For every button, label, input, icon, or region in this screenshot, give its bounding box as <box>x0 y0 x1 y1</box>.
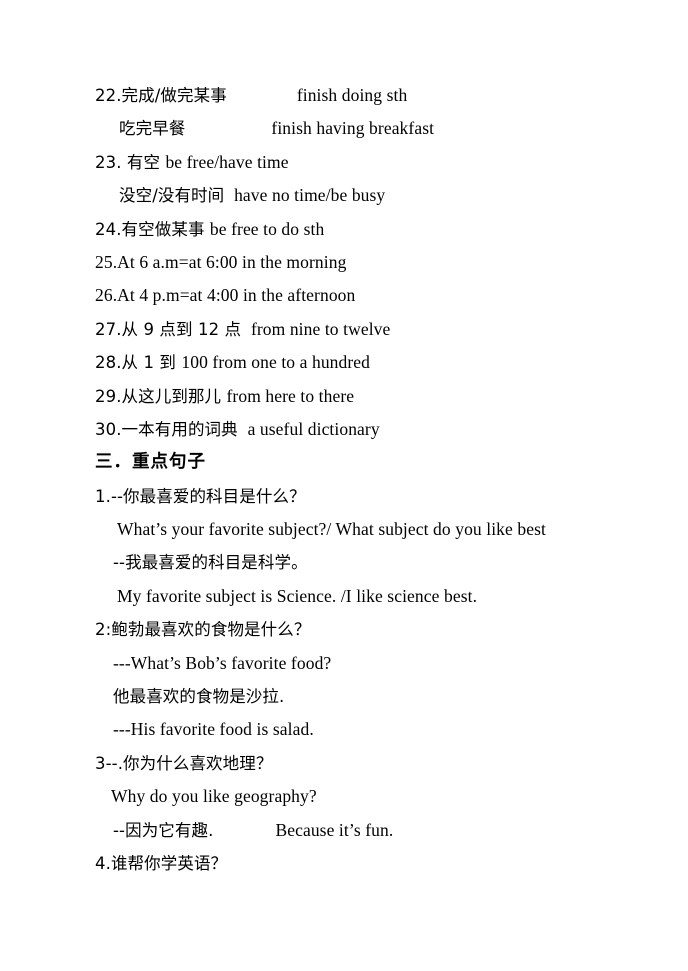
cjk-text: 1.--你最喜爱的科目是什么？ <box>95 486 306 506</box>
cjk-text: 29.从这儿到那儿 <box>95 386 227 406</box>
text-line: 他最喜欢的食物是沙拉. <box>0 680 688 713</box>
text-line: 27.从 9 点到 12 点 from nine to twelve <box>0 313 688 346</box>
cjk-text: --我最喜爱的科目是科学。 <box>113 553 308 573</box>
text-line: 4.谁帮你学英语？ <box>0 847 688 880</box>
text-line: 29.从这儿到那儿 from here to there <box>0 380 688 413</box>
cjk-text: 24.有空做某事 <box>95 219 210 239</box>
english-text: My favorite subject is Science. /I like … <box>117 585 478 606</box>
text-line: 2:鲍勃最喜欢的食物是什么？ <box>0 613 688 646</box>
text-line: ---What’s Bob’s favorite food? <box>0 647 688 680</box>
english-text: a useful dictionary <box>243 418 380 439</box>
text-line: 26.At 4 p.m=at 4:00 in the afternoon <box>0 279 688 312</box>
cjk-text: 没空/没有时间 <box>119 186 230 206</box>
english-text: finish having breakfast <box>271 118 435 139</box>
text-line: 25.At 6 a.m=at 6:00 in the morning <box>0 246 688 279</box>
english-text: Because it’s fun. <box>275 819 394 840</box>
section-heading: 三．重点句子 <box>0 446 688 479</box>
cjk-text: 4.谁帮你学英语？ <box>95 853 228 873</box>
english-text: be free to do sth <box>209 218 325 239</box>
text-line: 没空/没有时间 have no time/be busy <box>0 179 688 212</box>
cjk-text: 23. 有空 <box>95 152 166 172</box>
cjk-text: 27.从 9 点到 12 点 <box>95 319 247 339</box>
english-text: ---His favorite food is salad. <box>113 719 314 740</box>
text-line: 28.从 1 到 100 from one to a hundred <box>0 346 688 379</box>
english-text: be free/have time <box>165 151 289 172</box>
cjk-text: 22.完成/做完某事 <box>95 86 227 105</box>
text-line: --因为它有趣. Because it’s fun. <box>0 814 688 847</box>
cjk-text: 30.一本有用的词典 <box>95 419 244 439</box>
cjk-text: 三．重点句子 <box>95 452 206 473</box>
english-text: What’s your favorite subject?/ What subj… <box>117 519 546 540</box>
text-line: 吃完早餐 finish having breakfast <box>0 112 688 145</box>
text-line: Why do you like geography? <box>0 780 688 813</box>
english-text: have no time/be busy <box>229 185 386 206</box>
english-text: Why do you like geography? <box>111 786 317 807</box>
text-line: 3--.你为什么喜欢地理？ <box>0 747 688 780</box>
english-text: from nine to twelve <box>246 318 391 339</box>
english-text: 26.At 4 p.m=at 4:00 in the afternoon <box>95 285 356 306</box>
text-line: --我最喜爱的科目是科学。 <box>0 546 688 579</box>
text-line: ---His favorite food is salad. <box>0 713 688 746</box>
text-line: What’s your favorite subject?/ What subj… <box>0 513 688 546</box>
english-text: from here to there <box>226 385 355 406</box>
text-line: My favorite subject is Science. /I like … <box>0 580 688 613</box>
text-line: 23. 有空 be free/have time <box>0 146 688 179</box>
english-text: ---What’s Bob’s favorite food? <box>113 652 332 673</box>
document-body: 22.完成/做完某事 finish doing sth 吃完早餐 finish hav… <box>0 0 688 880</box>
text-line: 30.一本有用的词典 a useful dictionary <box>0 413 688 446</box>
text-line: 22.完成/做完某事 finish doing sth <box>0 79 688 112</box>
cjk-text: 2:鲍勃最喜欢的食物是什么？ <box>95 620 311 640</box>
cjk-text: 28.从 1 到 <box>95 353 182 373</box>
cjk-text: --因为它有趣. <box>113 820 214 840</box>
document-page: 22.完成/做完某事 finish doing sth 吃完早餐 finish hav… <box>0 0 688 971</box>
english-text: finish doing sth <box>296 85 408 105</box>
cjk-text: 吃完早餐 <box>119 119 186 139</box>
cjk-text: 3--.你为什么喜欢地理？ <box>95 753 273 773</box>
text-line: 1.--你最喜爱的科目是什么？ <box>0 480 688 513</box>
text-line: 24.有空做某事 be free to do sth <box>0 213 688 246</box>
cjk-text: 他最喜欢的食物是沙拉. <box>113 687 285 707</box>
english-text: 100 from one to a hundred <box>181 352 371 373</box>
english-text: 25.At 6 a.m=at 6:00 in the morning <box>95 251 347 272</box>
